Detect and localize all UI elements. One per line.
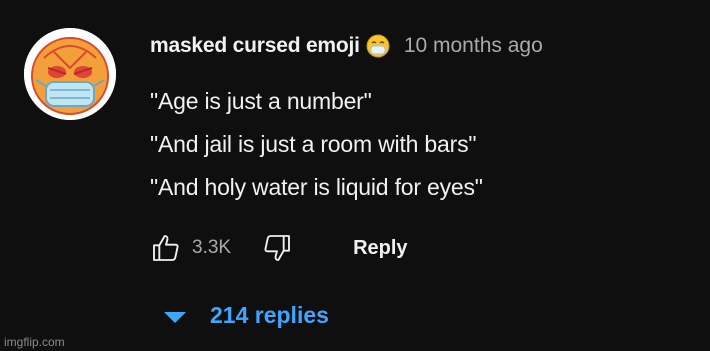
- like-count: 3.3K: [192, 237, 232, 258]
- view-replies-button[interactable]: 214 replies: [160, 302, 329, 329]
- comment-text: "Age is just a number" "And jail is just…: [150, 80, 483, 209]
- masked-emoji-avatar-icon: [24, 28, 116, 120]
- comment-line: "And jail is just a room with bars": [150, 131, 477, 157]
- dislike-button[interactable]: [257, 228, 297, 268]
- comment-line: "Age is just a number": [150, 88, 372, 114]
- comment-header: masked cursed emoji 10 months ago: [150, 34, 543, 58]
- masked-emoji-icon: [366, 34, 390, 58]
- reply-button[interactable]: Reply: [353, 237, 407, 260]
- comment-actions: 3.3K Reply: [146, 228, 408, 268]
- comment-timestamp[interactable]: 10 months ago: [404, 34, 543, 58]
- author-name[interactable]: masked cursed emoji: [150, 34, 360, 58]
- comment-line: "And holy water is liquid for eyes": [150, 174, 483, 200]
- thumbs-down-icon: [264, 235, 291, 261]
- replies-label: 214 replies: [210, 302, 329, 328]
- caret-down-icon: [164, 311, 186, 323]
- watermark: imgflip.com: [4, 335, 65, 349]
- thumbs-up-icon: [153, 235, 179, 261]
- like-button[interactable]: [146, 228, 186, 268]
- avatar[interactable]: [24, 28, 116, 120]
